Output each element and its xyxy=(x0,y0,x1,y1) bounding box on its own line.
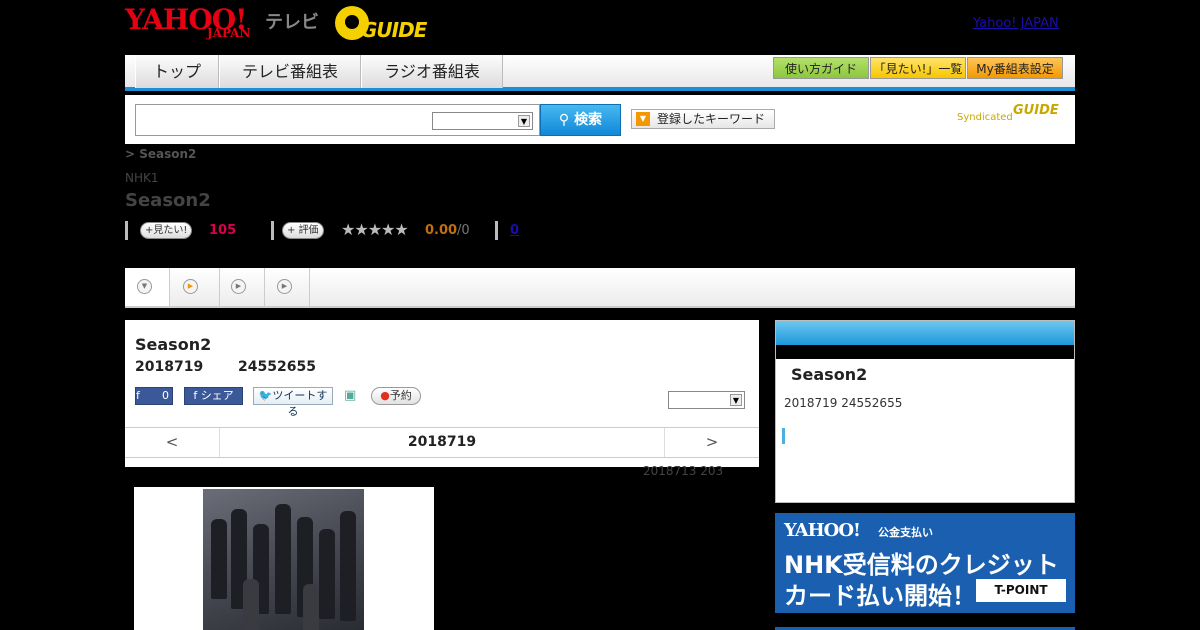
syndicated-label: Syndicated xyxy=(957,112,1013,123)
divider xyxy=(125,221,128,240)
plus-icon: + xyxy=(287,225,299,236)
search-icon: ⚲ xyxy=(558,112,575,128)
rate-button[interactable]: + 評価 xyxy=(282,222,324,239)
watchlist-button[interactable]: 「見たい!」一覧 xyxy=(870,57,966,79)
side-box-header xyxy=(776,321,1074,345)
ad-headline-2: カード払い開始！ xyxy=(784,582,976,610)
tab-more[interactable]: ▶ xyxy=(265,268,310,306)
program-image-card xyxy=(134,487,434,630)
nav-tab-radio-guide[interactable]: ラジオ番組表 xyxy=(361,55,503,88)
nav-tab-top[interactable]: トップ xyxy=(135,55,219,88)
side-accent-mark xyxy=(782,428,785,444)
facebook-share-label: シェア xyxy=(200,389,234,402)
dropdown-triangle-icon: ▼ xyxy=(636,112,650,126)
updated-timestamp: 2018713 203 xyxy=(643,464,724,478)
saved-keywords-label: 登録したキーワード xyxy=(657,112,766,126)
yahoo-japan-link[interactable]: Yahoo! JAPAN xyxy=(973,16,1059,31)
broadcast-date: 2018719 xyxy=(135,359,204,375)
chevron-down-icon: ▼ xyxy=(730,394,742,406)
side-program-info: 2018719 24552655 xyxy=(784,396,903,410)
tab-episodes[interactable]: ▶ xyxy=(170,268,220,306)
reserve-label: 予約 xyxy=(389,389,412,402)
play-icon: ▶ xyxy=(231,279,246,294)
side-box-band xyxy=(776,345,1074,359)
rate-label: 評価 xyxy=(298,225,319,236)
play-icon: ▶ xyxy=(277,279,292,294)
reserve-button[interactable]: ●予約 xyxy=(371,387,421,405)
mitai-label: 見たい! xyxy=(153,225,188,236)
syndicated-gguide-logo: GUIDE xyxy=(1013,103,1059,118)
rating-score: 0.00 xyxy=(425,223,458,238)
facebook-icon: f xyxy=(193,389,201,402)
tab-overview[interactable]: ▼ xyxy=(125,268,170,306)
program-card: Season2 2018719 24552655 f0 f シェア 🐦ツイートす… xyxy=(125,320,759,467)
ad-yahoo-logo: YAHOO! xyxy=(784,520,861,541)
tpoint-badge: T-POINT xyxy=(976,579,1066,602)
saved-keywords-button[interactable]: ▼ 登録したキーワード xyxy=(631,109,775,129)
facebook-icon: f xyxy=(136,389,140,402)
previous-day-button[interactable]: < xyxy=(125,428,220,457)
gguide-logo[interactable]: GUIDE xyxy=(335,6,430,42)
date-navigation: < 2018719 > xyxy=(125,427,759,458)
facebook-share-button[interactable]: f シェア xyxy=(184,387,243,405)
usage-guide-button[interactable]: 使い方ガイド xyxy=(773,57,869,79)
tab-related[interactable]: ▶ xyxy=(220,268,265,306)
page-title: Season2 xyxy=(125,190,211,211)
add-calendar-icon[interactable]: ▣ xyxy=(344,388,360,406)
mitai-button[interactable]: +見たい! xyxy=(140,222,193,239)
search-category-select[interactable]: ▼ xyxy=(432,112,533,130)
chevron-down-icon: ▼ xyxy=(518,115,530,127)
current-date: 2018719 xyxy=(407,434,477,450)
main-nav: トップ テレビ番組表 ラジオ番組表 使い方ガイド 「見たい!」一覧 My番組表設… xyxy=(125,55,1075,91)
gguide-logo-text: GUIDE xyxy=(361,18,427,42)
mitai-count: 105 xyxy=(209,223,237,238)
review-count-link[interactable]: 0 xyxy=(510,223,519,238)
nhk-payment-ad-banner[interactable]: YAHOO! 公金支払い NHK受信料のクレジット カード払い開始！ T-POI… xyxy=(775,513,1075,613)
my-guide-settings-button[interactable]: My番組表設定 xyxy=(967,57,1063,79)
chevron-down-icon: ▼ xyxy=(137,279,152,294)
record-dot-icon: ● xyxy=(380,389,390,402)
ad-headline-1: NHK受信料のクレジット xyxy=(784,551,1059,579)
breadcrumb: > Season2 xyxy=(125,147,197,161)
rating-count: /0 xyxy=(457,223,470,238)
play-icon: ▶ xyxy=(183,279,198,294)
card-option-select[interactable]: ▼ xyxy=(668,391,745,409)
twitter-bird-icon: 🐦 xyxy=(258,389,273,402)
search-bar: ▼ ⚲ 検索 ▼ 登録したキーワード Syndicated GUIDE xyxy=(125,95,1075,144)
ad-payment-label: 公金支払い xyxy=(878,526,933,539)
rating-stars: ★★★★★ xyxy=(341,220,409,239)
tv-label: テレビ xyxy=(265,12,319,33)
facebook-like-count: 0 xyxy=(162,389,169,402)
channel-name: NHK1 xyxy=(125,171,159,185)
tweet-label: ツイートする xyxy=(272,389,328,418)
nav-tab-tv-guide[interactable]: テレビ番組表 xyxy=(219,55,361,88)
side-program-title: Season2 xyxy=(791,365,868,384)
divider xyxy=(271,221,274,240)
facebook-like-button[interactable]: f0 xyxy=(135,387,173,405)
side-program-box: Season2 2018719 24552655 xyxy=(775,320,1075,503)
search-button[interactable]: ⚲ 検索 xyxy=(540,104,621,136)
search-button-label: 検索 xyxy=(574,112,603,128)
yahoo-logo-sub: JAPAN xyxy=(207,26,251,40)
content-tabs: ▼ ▶ ▶ ▶ xyxy=(125,268,1075,308)
program-stats: +見たい! 105 + 評価 ★★★★★ 0.00 /0 0 xyxy=(125,220,545,241)
program-title: Season2 xyxy=(135,335,212,354)
next-day-button[interactable]: > xyxy=(664,428,759,457)
divider xyxy=(495,221,498,240)
program-poster-image xyxy=(203,489,364,630)
tweet-button[interactable]: 🐦ツイートする xyxy=(253,387,333,418)
broadcast-time: 24552655 xyxy=(238,359,316,375)
